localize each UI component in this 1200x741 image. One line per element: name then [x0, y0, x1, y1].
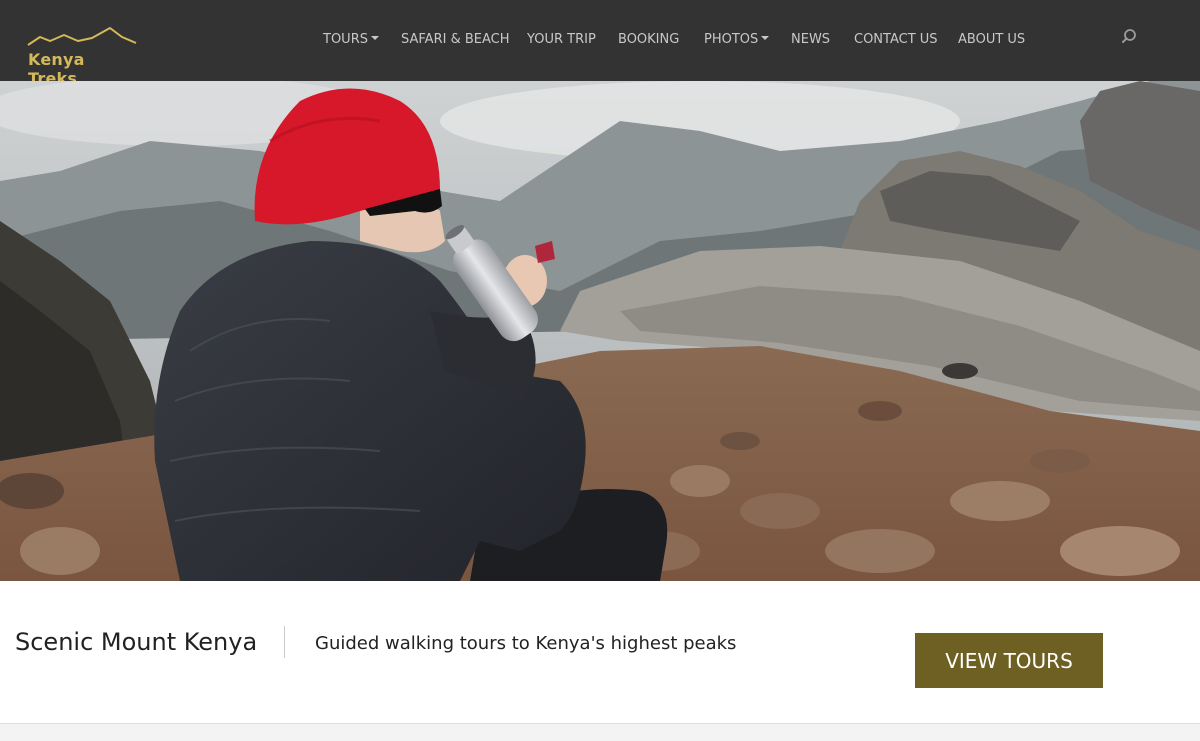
nav-item-contact-us[interactable]: CONTACT US	[854, 32, 938, 47]
nav-item-your-trip[interactable]: YOUR TRIP	[527, 32, 596, 47]
nav-label: NEWS	[791, 32, 831, 47]
tour-tagline: Guided walking tours to Kenya's highest …	[315, 633, 737, 654]
nav-label: TOURS	[323, 32, 368, 47]
view-tours-button[interactable]: VIEW TOURS	[915, 633, 1103, 688]
site-header: Kenya Treks TOURS SAFARI & BEACH YOUR TR…	[0, 0, 1200, 88]
nav-item-tours[interactable]: TOURS	[323, 32, 379, 47]
nav-item-booking[interactable]: BOOKING	[618, 32, 679, 47]
caret-down-icon	[761, 35, 770, 40]
nav-label: ABOUT US	[958, 32, 1026, 47]
nav-label: YOUR TRIP	[527, 32, 596, 47]
search-icon[interactable]	[1121, 28, 1139, 46]
nav-item-news[interactable]: NEWS	[791, 32, 830, 47]
hiker-summit-photo	[0, 81, 1200, 581]
nav-label: CONTACT US	[854, 32, 938, 47]
nav-item-photos[interactable]: PHOTOS	[704, 32, 770, 47]
hero-image	[0, 81, 1200, 581]
nav-item-safari-beach[interactable]: SAFARI & BEACH	[401, 32, 509, 47]
nav-label: SAFARI & BEACH	[401, 32, 510, 47]
caret-down-icon	[370, 35, 379, 40]
nav-label: PHOTOS	[704, 32, 759, 47]
tour-intro-bar: Scenic Mount Kenya Guided walking tours …	[0, 581, 1200, 723]
tour-title: Scenic Mount Kenya	[15, 628, 258, 656]
vertical-divider	[284, 626, 285, 658]
mountain-logo-icon	[27, 27, 137, 46]
nav-label: BOOKING	[618, 32, 680, 47]
site-logo[interactable]: Kenya Treks	[26, 25, 138, 88]
footer-strip	[0, 723, 1200, 741]
nav-item-about-us[interactable]: ABOUT US	[958, 32, 1025, 47]
